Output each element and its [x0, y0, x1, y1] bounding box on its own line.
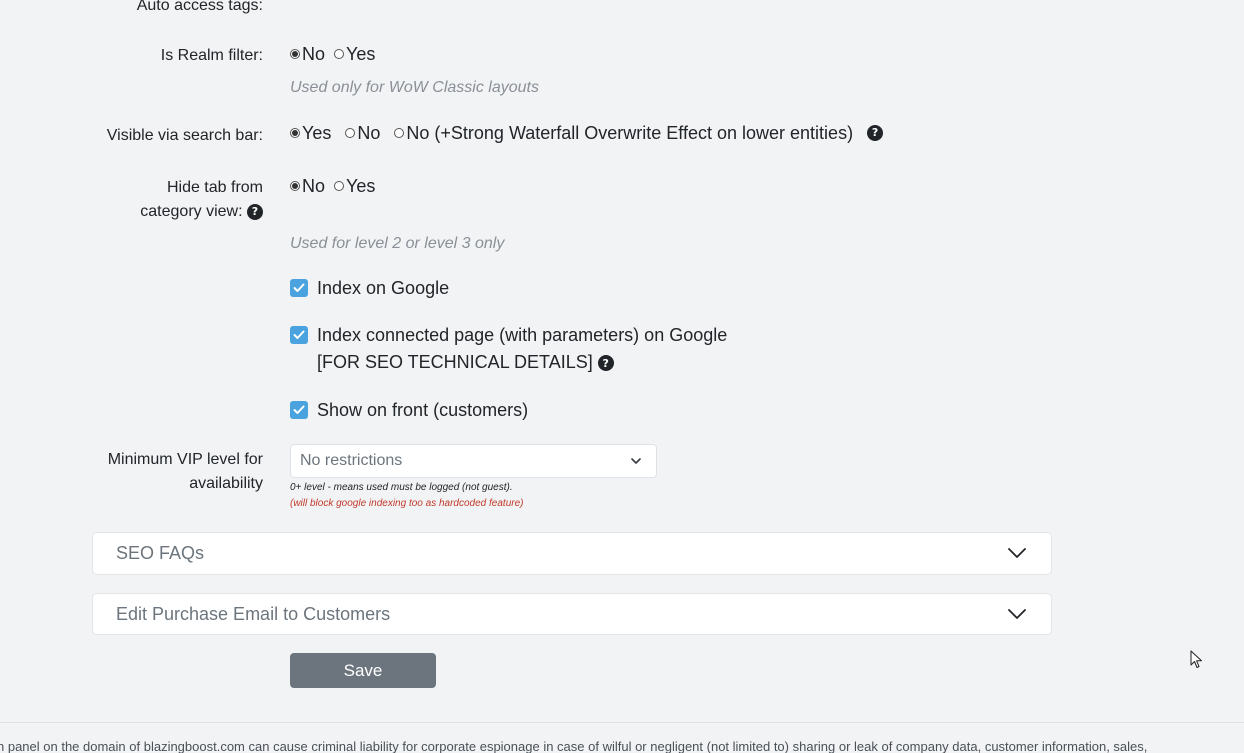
vip-level-note: 0+ level - means used must be logged (no… — [290, 482, 513, 493]
check-icon — [293, 405, 305, 414]
radio-checked-icon[interactable] — [290, 128, 300, 138]
visible-search-option-no-waterfall[interactable]: No (+Strong Waterfall Overwrite Effect o… — [394, 122, 853, 144]
hide-tab-hint: Used for level 2 or level 3 only — [290, 235, 505, 252]
index-google-label: Index on Google — [317, 278, 450, 298]
chevron-down-icon — [1008, 548, 1026, 558]
radio-unchecked-icon[interactable] — [394, 128, 405, 138]
realm-filter-hint: Used only for WoW Classic layouts — [290, 79, 539, 96]
show-front-label: Show on front (customers) — [317, 400, 529, 420]
vip-level-select[interactable]: No restrictions — [290, 444, 657, 478]
help-icon[interactable]: ? — [597, 355, 614, 372]
visible-search-option-yes[interactable]: Yes — [290, 122, 331, 144]
index-connected-checkbox[interactable] — [290, 326, 308, 344]
realm-filter-option-yes[interactable]: Yes — [334, 43, 375, 65]
footer-divider — [0, 722, 1244, 723]
seo-faqs-accordion[interactable]: SEO FAQs — [92, 532, 1052, 575]
check-icon — [293, 283, 305, 292]
vip-level-label: Minimum VIP level for availability — [107, 451, 263, 492]
footer-legal-text: n panel on the domain of blazingboost.co… — [0, 739, 1148, 753]
vip-level-selected-value: No restrictions — [300, 452, 403, 469]
purchase-email-accordion[interactable]: Edit Purchase Email to Customers — [92, 593, 1052, 635]
chevron-down-icon — [1008, 609, 1026, 619]
hide-tab-option-no[interactable]: No — [290, 175, 325, 197]
index-google-checkbox[interactable] — [290, 279, 308, 297]
index-connected-row: Index connected page (with parameters) o… — [290, 322, 727, 376]
radio-unchecked-icon[interactable] — [345, 128, 356, 138]
visible-search-label: Visible via search bar: — [106, 127, 263, 144]
radio-unchecked-icon[interactable] — [334, 49, 345, 59]
show-front-row: Show on front (customers) — [290, 397, 528, 424]
index-google-row: Index on Google — [290, 275, 449, 302]
visible-search-option-no[interactable]: No — [345, 122, 380, 144]
settings-page: Auto access tags: Is Realm filter: No Ye… — [0, 0, 1244, 753]
hide-tab-option-yes[interactable]: Yes — [334, 175, 375, 197]
auto-access-tags-label: Auto access tags: — [136, 0, 263, 14]
check-icon — [293, 330, 305, 339]
realm-filter-option-no[interactable]: No — [290, 43, 325, 65]
radio-checked-icon[interactable] — [290, 49, 300, 59]
vip-level-warning: (will block google indexing too as hardc… — [290, 498, 524, 509]
realm-filter-radio-group: No Yes — [290, 43, 385, 65]
help-icon[interactable]: ? — [247, 203, 263, 220]
chevron-down-icon — [631, 458, 641, 464]
purchase-email-title: Edit Purchase Email to Customers — [116, 603, 391, 624]
save-button[interactable]: Save — [290, 653, 436, 688]
hide-tab-label: Hide tab from category view: ? — [140, 179, 263, 220]
show-front-checkbox[interactable] — [290, 401, 308, 419]
visible-search-radio-group: Yes No No (+Strong Waterfall Overwrite E… — [290, 122, 884, 144]
help-icon[interactable]: ? — [867, 125, 884, 141]
index-connected-label: Index connected page (with parameters) o… — [317, 325, 728, 345]
hide-tab-radio-group: No Yes — [290, 175, 385, 197]
radio-unchecked-icon[interactable] — [334, 181, 345, 191]
seo-technical-details-label: [FOR SEO TECHNICAL DETAILS] — [317, 352, 593, 372]
mouse-pointer-icon — [1190, 650, 1202, 668]
seo-faqs-title: SEO FAQs — [116, 543, 205, 563]
realm-filter-label: Is Realm filter: — [160, 47, 263, 64]
radio-checked-icon[interactable] — [290, 181, 300, 191]
